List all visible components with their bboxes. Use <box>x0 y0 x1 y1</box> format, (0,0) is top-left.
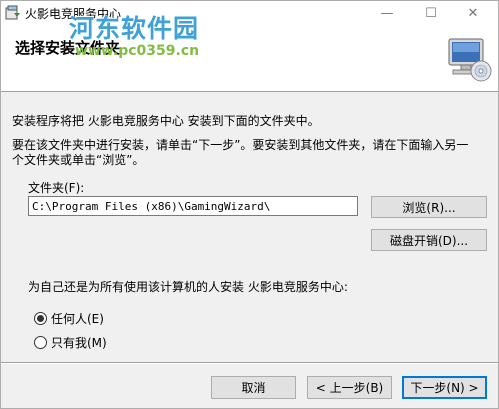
watermark: 河东软件园 www.pc0359.cn <box>69 9 200 59</box>
radio-just-me[interactable]: 只有我(M) <box>34 334 107 351</box>
installer-window: 火影电竞服务中心 — ☐ ✕ 选择安装文件夹 河东软件园 www.pc0359.… <box>0 0 499 409</box>
close-icon: ✕ <box>467 5 479 21</box>
computer-disc-icon <box>448 38 492 82</box>
installer-app-icon <box>5 5 20 20</box>
minimize-icon: — <box>380 5 394 21</box>
minimize-button[interactable]: — <box>371 1 403 25</box>
folder-label: 文件夹(F): <box>28 181 85 195</box>
disk-cost-button[interactable]: 磁盘开销(D)... <box>371 229 487 251</box>
instruction-line-2: 个文件夹或单击“浏览”。 <box>12 153 145 167</box>
install-scope-question: 为自己还是为所有使用该计算机的人安装 火影电竞服务中心: <box>28 280 348 294</box>
footer-divider <box>1 362 498 364</box>
intro-text: 安装程序将把 火影电竞服务中心 安装到下面的文件夹中。 <box>12 114 320 128</box>
maximize-button[interactable]: ☐ <box>415 1 447 25</box>
radio-everyone[interactable]: 任何人(E) <box>34 310 104 327</box>
radio-everyone-label: 任何人(E) <box>51 312 104 326</box>
next-button[interactable]: 下一步(N) > <box>402 376 487 399</box>
cancel-button[interactable]: 取消 <box>211 376 296 399</box>
radio-just-me-label: 只有我(M) <box>51 336 107 350</box>
watermark-url: www.pc0359.cn <box>75 43 200 59</box>
close-button[interactable]: ✕ <box>457 1 489 25</box>
watermark-text: 河东软件园 <box>69 14 200 43</box>
browse-button[interactable]: 浏览(R)... <box>371 196 487 218</box>
radio-everyone-indicator[interactable] <box>34 312 47 325</box>
folder-path-input[interactable] <box>28 196 358 216</box>
radio-just-me-indicator[interactable] <box>34 336 47 349</box>
back-button[interactable]: < 上一步(B) <box>307 376 392 399</box>
maximize-icon: ☐ <box>425 5 437 21</box>
